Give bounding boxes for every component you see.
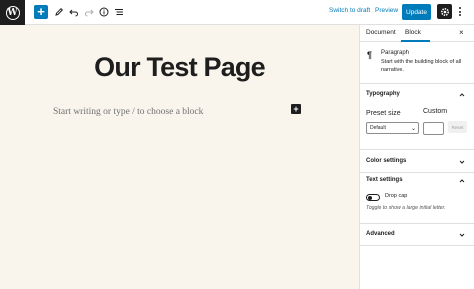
list-view-icon bbox=[115, 9, 123, 15]
block-name: Paragraph bbox=[381, 50, 410, 56]
drop-cap-help: Toggle to show a large initial letter. bbox=[366, 205, 446, 211]
preset-size-select[interactable]: Default ⌄ bbox=[366, 122, 419, 134]
plus-icon: + bbox=[293, 104, 299, 114]
sidebar-tabs: Document Block × bbox=[360, 25, 474, 42]
settings-button[interactable] bbox=[437, 4, 452, 19]
undo-button[interactable] bbox=[68, 5, 80, 19]
divider bbox=[360, 83, 474, 84]
advanced-panel-toggle[interactable]: Advanced bbox=[366, 231, 395, 237]
chevron-down-icon: ⌄ bbox=[410, 126, 416, 132]
wordpress-logo-button[interactable]: W bbox=[0, 0, 25, 25]
preset-size-label: Preset size bbox=[366, 110, 401, 117]
undo-icon bbox=[69, 9, 78, 17]
custom-size-label: Custom bbox=[423, 108, 448, 115]
wordpress-logo-icon: W bbox=[5, 5, 20, 20]
chevron-up-icon[interactable] bbox=[459, 92, 465, 98]
divider bbox=[360, 245, 474, 246]
chevron-down-icon[interactable] bbox=[459, 159, 465, 165]
edit-tool-button[interactable] bbox=[53, 5, 65, 19]
redo-icon bbox=[85, 9, 94, 17]
drop-cap-toggle[interactable] bbox=[366, 194, 380, 201]
plus-icon: + bbox=[37, 4, 45, 19]
text-settings-panel-toggle[interactable]: Text settings bbox=[366, 177, 403, 183]
more-vertical-icon bbox=[459, 7, 461, 9]
block-description: Start with the building block of all nar… bbox=[381, 59, 462, 73]
gear-icon bbox=[440, 7, 449, 16]
typography-panel-toggle[interactable]: Typography bbox=[366, 91, 400, 97]
tab-document[interactable]: Document bbox=[366, 29, 396, 36]
divider bbox=[360, 149, 474, 150]
editor-canvas[interactable]: Our Test Page Start writing or type / to… bbox=[0, 25, 359, 289]
close-icon: × bbox=[459, 28, 464, 37]
update-button[interactable]: Update bbox=[402, 4, 431, 20]
block-placeholder[interactable]: Start writing or type / to choose a bloc… bbox=[53, 107, 203, 117]
custom-size-input[interactable] bbox=[423, 122, 444, 135]
redo-button[interactable] bbox=[83, 5, 95, 19]
preview-button[interactable]: Preview bbox=[375, 7, 398, 14]
close-sidebar-button[interactable]: × bbox=[459, 28, 464, 37]
details-button[interactable] bbox=[98, 5, 110, 19]
info-icon bbox=[99, 7, 109, 17]
divider bbox=[360, 223, 474, 224]
chevron-up-icon[interactable] bbox=[459, 178, 465, 184]
page-title[interactable]: Our Test Page bbox=[0, 52, 359, 83]
paragraph-icon: ¶ bbox=[367, 50, 373, 60]
switch-to-draft-button[interactable]: Switch to draft bbox=[329, 7, 370, 14]
inline-add-block-button[interactable]: + bbox=[291, 104, 301, 114]
list-view-button[interactable] bbox=[113, 5, 125, 19]
reset-button[interactable]: Reset bbox=[448, 121, 467, 133]
preset-size-value: Default bbox=[370, 125, 386, 131]
active-tab-indicator bbox=[401, 40, 430, 42]
more-options-button[interactable] bbox=[456, 4, 464, 19]
divider bbox=[360, 172, 474, 173]
add-block-button[interactable]: + bbox=[34, 5, 48, 19]
color-settings-panel-toggle[interactable]: Color settings bbox=[366, 158, 406, 164]
settings-sidebar: Document Block × ¶ Paragraph Start with … bbox=[359, 25, 474, 289]
toggle-knob bbox=[368, 196, 372, 200]
editor-toolbar: W + Switch to draft Preview Update bbox=[0, 0, 474, 25]
chevron-down-icon[interactable] bbox=[459, 232, 465, 238]
tab-block[interactable]: Block bbox=[405, 29, 421, 36]
pencil-icon bbox=[55, 7, 64, 16]
drop-cap-label: Drop cap bbox=[385, 193, 408, 199]
